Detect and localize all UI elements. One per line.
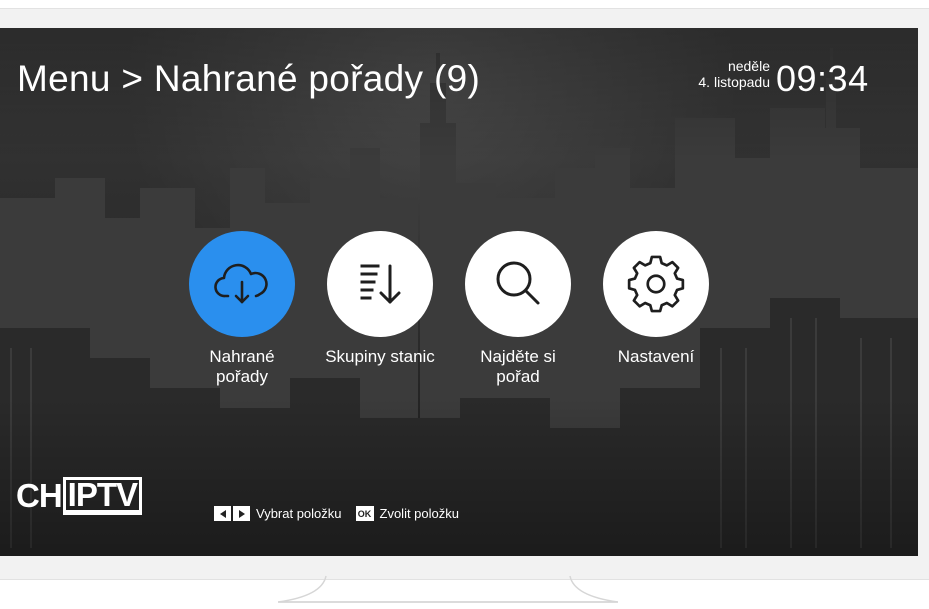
menu-item-settings-circle[interactable]	[603, 231, 709, 337]
hint-select-label: Vybrat položku	[256, 506, 342, 521]
menu-item-recorded-circle[interactable]	[189, 231, 295, 337]
ok-key-icon: OK	[355, 506, 374, 521]
menu-item-recorded-label: Nahrané pořady	[209, 347, 275, 386]
sort-list-icon	[360, 264, 401, 304]
menu-item-search-circle[interactable]	[465, 231, 571, 337]
date-display: neděle 4. listopadu	[698, 58, 770, 90]
search-icon	[496, 261, 540, 305]
menu-item-search-label: Najděte si pořad	[480, 347, 556, 386]
menu-item-settings-label: Nastavení	[617, 347, 695, 366]
menu-item-channel-groups[interactable]: Skupiny stanic	[310, 231, 450, 367]
page-title: Menu > Nahrané pořady (9)	[17, 58, 481, 99]
chiptv-logo: CH IPTV	[16, 476, 143, 516]
gear-icon	[627, 255, 685, 313]
menu-item-search[interactable]: Najděte si pořad	[448, 231, 588, 387]
left-arrow-key-icon	[214, 506, 231, 521]
hint-confirm-label: Zvolit položku	[379, 506, 459, 521]
menu-item-channel-groups-circle[interactable]	[327, 231, 433, 337]
menu-item-settings[interactable]: Nastavení	[586, 231, 726, 367]
date-label: 4. listopadu	[698, 74, 770, 90]
menu-item-channel-groups-label: Skupiny stanic	[325, 347, 435, 366]
clock: 09:34	[776, 58, 869, 99]
right-arrow-key-icon	[233, 506, 250, 521]
tv-stand	[278, 575, 618, 603]
key-hints: Vybrat položku OK Zvolit položku	[214, 506, 473, 521]
day-label: neděle	[727, 58, 770, 74]
tv-screen: Menu > Nahrané pořady (9) neděle 4. list…	[0, 28, 918, 556]
cloud-download-icon	[214, 263, 268, 304]
menu-item-recorded[interactable]: Nahrané pořady	[172, 231, 312, 387]
